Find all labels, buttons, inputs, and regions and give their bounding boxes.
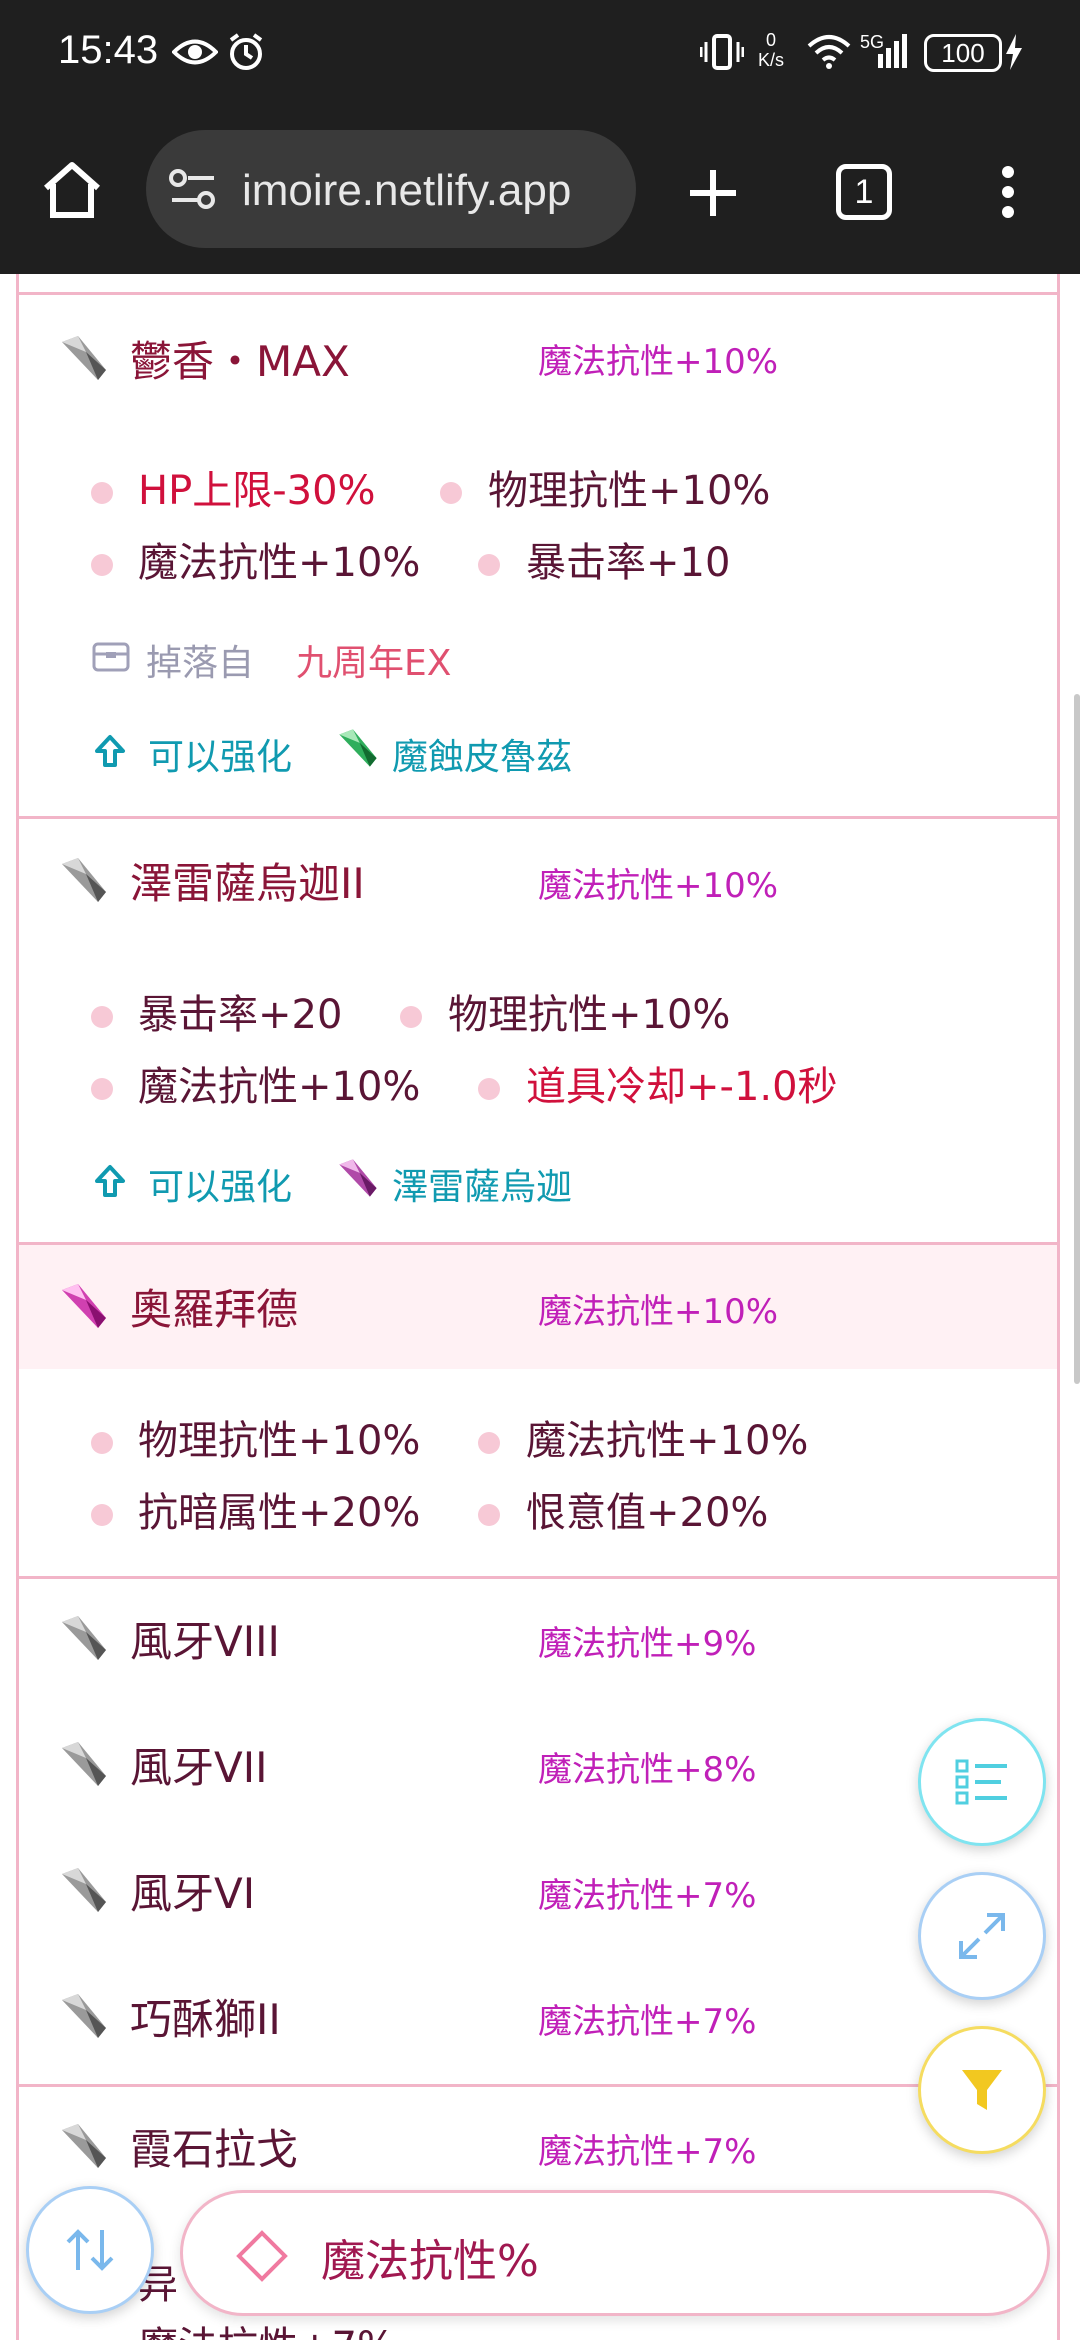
list-view-button[interactable] [918, 1718, 1046, 1846]
stat: 抗暗属性+20% [138, 1490, 421, 1536]
stat: HP上限-30% [138, 468, 376, 514]
wifi-icon [806, 30, 852, 74]
bullet [91, 554, 113, 576]
browser-toolbar: imoire.netlify.app 1 [0, 110, 1080, 274]
entry-name: 澤雷薩烏迦II [130, 859, 365, 908]
address-bar[interactable]: imoire.netlify.app [146, 130, 636, 248]
list-icon [955, 1759, 1007, 1805]
entry-name: 風牙VII [130, 1743, 268, 1792]
stat: 物理抗性+10% [448, 992, 731, 1038]
filter-button[interactable] [918, 2026, 1046, 2154]
entry-effect: 魔法抗性+7% [538, 1876, 757, 1916]
divider [16, 816, 1060, 819]
stat: 恨意值+20% [526, 1490, 769, 1536]
stat: 物理抗性+10% [488, 468, 771, 514]
crystal-gray-icon [62, 1868, 106, 1912]
home-icon[interactable] [40, 160, 104, 224]
site-settings-icon[interactable] [168, 168, 218, 216]
stat: 魔法抗性+7% [138, 2314, 395, 2340]
entry-name: 巧酥獅II [130, 1995, 281, 2044]
entry-name: 霞石拉戈 [130, 2125, 299, 2174]
entry-effect: 魔法抗性+9% [538, 1624, 757, 1664]
stat: 物理抗性+10% [138, 1418, 421, 1464]
upgrade-arrow-icon [95, 1165, 125, 1197]
status-time: 15:43 [58, 28, 159, 72]
entry-name: 奧羅拜德 [130, 1285, 299, 1334]
crystal-green-icon [339, 729, 377, 767]
search-query: 魔法抗性% [321, 2236, 539, 2287]
crystal-gray-icon [62, 1994, 106, 2038]
net-speed: 0 K/s [758, 30, 785, 70]
alarm-icon [226, 30, 266, 74]
crystal-gray-icon [62, 1616, 106, 1660]
diamond-icon [236, 2230, 288, 2282]
bullet [91, 1006, 113, 1028]
entry-effect: 魔法抗性+10% [538, 1292, 779, 1332]
drop-source-link[interactable]: 九周年EX [296, 634, 451, 686]
signal-icon: 5G [858, 30, 908, 74]
stat: 道具冷却+-1.0秒 [526, 1064, 838, 1110]
entry-name: 鬱香・MAX [130, 337, 350, 386]
charging-icon [1004, 30, 1024, 74]
bullet [400, 1006, 422, 1028]
sort-button[interactable] [26, 2186, 154, 2314]
bullet [478, 1078, 500, 1100]
entry-name: 風牙VIII [130, 1617, 280, 1666]
bullet [91, 482, 113, 504]
bullet [91, 1504, 113, 1526]
battery-indicator: 100 [924, 34, 1002, 72]
bullet [478, 554, 500, 576]
upgrade-arrow-icon [95, 735, 125, 767]
upgrade-target-link[interactable]: 澤雷薩烏迦 [392, 1158, 572, 1210]
bullet [478, 1432, 500, 1454]
vibrate-icon [700, 30, 744, 74]
url-text: imoire.netlify.app [242, 166, 572, 215]
stat: 魔法抗性+10% [138, 1064, 421, 1110]
status-bar: 15:43 0 K/s 5G 100 [0, 0, 1080, 110]
crystal-purple-icon [339, 1159, 377, 1197]
bullet [478, 1504, 500, 1526]
more-menu-icon[interactable] [998, 164, 1018, 224]
page-content: 鬱香・MAX 魔法抗性+10% HP上限-30% 物理抗性+10% 魔法抗性+1… [0, 274, 1080, 2340]
eye-icon [172, 30, 218, 74]
bullet [440, 482, 462, 504]
expand-button[interactable] [918, 1872, 1046, 2000]
entry-effect: 魔法抗性+7% [538, 2132, 757, 2172]
bullet [91, 1432, 113, 1454]
new-tab-icon[interactable] [686, 166, 740, 224]
crystal-gray-icon [62, 1742, 106, 1786]
stat: 魔法抗性+10% [526, 1418, 809, 1464]
entry-effect: 魔法抗性+10% [538, 342, 779, 382]
entry-effect: 魔法抗性+8% [538, 1750, 757, 1790]
crystal-gray-icon [62, 336, 106, 380]
bullet [91, 1078, 113, 1100]
divider [16, 1576, 1060, 1579]
expand-icon [959, 1913, 1005, 1959]
drop-source-icon [92, 642, 130, 672]
entry-effect: 魔法抗性+10% [538, 866, 779, 906]
sort-arrows-icon [66, 2229, 114, 2271]
crystal-gray-icon [62, 858, 106, 902]
entry-effect: 魔法抗性+7% [538, 2002, 757, 2042]
divider [16, 292, 1060, 295]
stat: 暴击率+10 [526, 540, 731, 586]
entry-name: 風牙VI [130, 1869, 256, 1918]
stat: 暴击率+20 [138, 992, 343, 1038]
scrollbar-thumb[interactable] [1074, 694, 1080, 1384]
tab-switcher-button[interactable]: 1 [836, 164, 892, 220]
search-bar[interactable]: 魔法抗性% [180, 2190, 1050, 2316]
upgrade-label: 可以强化 [148, 737, 293, 778]
drop-label: 掉落自 [146, 643, 255, 684]
stat: 魔法抗性+10% [138, 540, 421, 586]
crystal-pink-icon [62, 1284, 106, 1328]
filter-icon [962, 2070, 1002, 2110]
crystal-gray-icon [62, 2124, 106, 2168]
upgrade-target-link[interactable]: 魔蝕皮魯茲 [392, 728, 572, 780]
upgrade-label: 可以强化 [148, 1167, 293, 1208]
divider [16, 2084, 1060, 2087]
